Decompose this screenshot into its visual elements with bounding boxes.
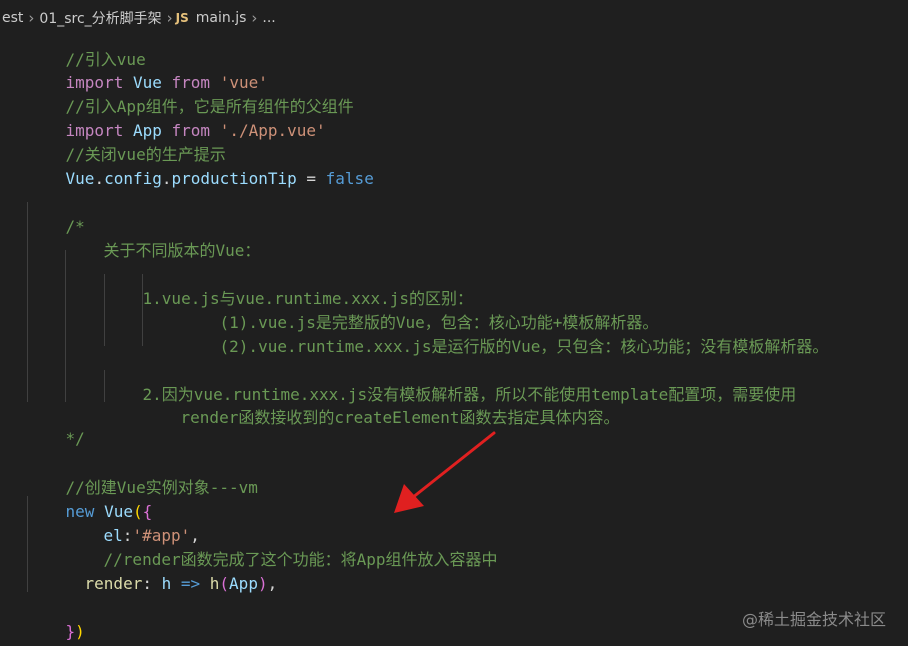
- code-editor[interactable]: //引入vue import Vue from 'vue' //引入App组件，…: [0, 36, 908, 646]
- js-file-icon: JS: [175, 11, 189, 25]
- chevron-right-icon: ›: [251, 9, 258, 27]
- annotation-arrow-icon: [394, 431, 496, 513]
- breadcrumb-file-main-js[interactable]: main.js: [194, 10, 249, 26]
- breadcrumb-folder-src[interactable]: 01_src_分析脚手架: [37, 8, 163, 28]
- breadcrumb-symbols[interactable]: ...: [260, 10, 277, 26]
- watermark: @稀土掘金技术社区: [741, 610, 886, 629]
- chevron-right-icon: ›: [166, 9, 173, 27]
- breadcrumb: est › 01_src_分析脚手架 › JS main.js › ...: [0, 0, 908, 36]
- breadcrumb-folder-test[interactable]: est: [0, 10, 25, 26]
- chevron-right-icon: ›: [28, 9, 35, 27]
